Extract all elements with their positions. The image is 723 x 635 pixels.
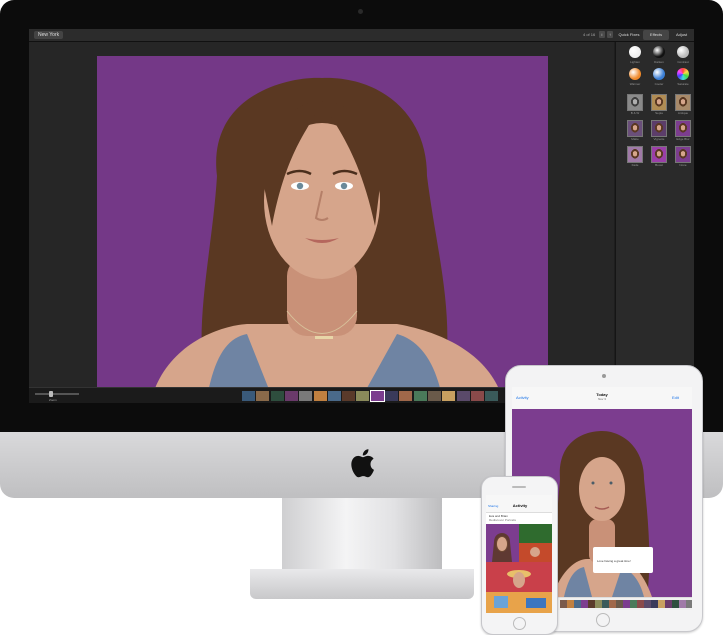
filmstrip-thumbnail[interactable] bbox=[242, 391, 255, 401]
tab-effects[interactable]: Effects bbox=[643, 30, 669, 40]
effect-warmer-button[interactable] bbox=[629, 68, 641, 80]
zoom-label: Zoom bbox=[49, 398, 57, 402]
iphone-nav-bar: Sharing Activity bbox=[486, 495, 552, 513]
effects-panel: Lighten Darken Contrast Warmer Cooler Saturat… bbox=[615, 42, 694, 387]
effect-contrast-button[interactable] bbox=[677, 46, 689, 58]
ipad-edit-button[interactable]: Edit bbox=[672, 395, 679, 400]
ipad-filmstrip-thumbnail[interactable] bbox=[686, 600, 692, 608]
effect-bw-label: B & W bbox=[630, 111, 640, 115]
tab-adjust[interactable]: Adjust bbox=[669, 30, 694, 40]
iphone-screen: Sharing Activity Eva and Brian Rediscove… bbox=[486, 495, 552, 613]
effect-none-thumbnail[interactable] bbox=[675, 146, 691, 163]
effect-boost-thumbnail[interactable] bbox=[651, 146, 667, 163]
portrait-photo bbox=[97, 56, 548, 397]
share-button[interactable]: ↑ bbox=[607, 31, 613, 38]
app-toolbar: New York 4 of 16 i ↑ Quick Fixes Effects… bbox=[29, 29, 694, 42]
iphone-back-button[interactable]: Sharing bbox=[488, 504, 498, 508]
tab-quick-fixes[interactable]: Quick Fixes bbox=[615, 30, 643, 40]
filmstrip-thumbnail[interactable] bbox=[256, 391, 270, 401]
filmstrip-thumbnail[interactable] bbox=[369, 390, 385, 402]
effect-bw-thumbnail[interactable] bbox=[627, 94, 643, 111]
effect-matte-thumbnail[interactable] bbox=[627, 120, 643, 137]
ipad-home-button[interactable] bbox=[596, 613, 610, 627]
ipad-camera bbox=[602, 374, 606, 378]
effect-darken-button[interactable] bbox=[653, 46, 665, 58]
apple-logo-icon bbox=[351, 449, 374, 478]
imac-stand-foot bbox=[250, 569, 474, 599]
filmstrip-thumbnail[interactable] bbox=[413, 391, 427, 401]
filmstrip-thumbnail[interactable] bbox=[284, 391, 298, 401]
effect-sepia-thumbnail[interactable] bbox=[651, 94, 667, 111]
iphone-activity-subtitle: Rediscover Portraits bbox=[489, 518, 517, 522]
iphone-title: Activity bbox=[512, 503, 528, 508]
zoom-slider-knob[interactable] bbox=[49, 391, 53, 397]
effect-edge-blur-thumbnail[interactable] bbox=[675, 120, 691, 137]
effect-vignette-label: Vignette bbox=[653, 137, 665, 141]
effect-warmer-label: Warmer bbox=[629, 82, 641, 86]
filmstrip-thumbnail[interactable] bbox=[270, 391, 284, 401]
effect-antique-thumbnail[interactable] bbox=[675, 94, 691, 111]
filmstrip-thumbnail[interactable] bbox=[427, 391, 441, 401]
effect-vignette-thumbnail[interactable] bbox=[651, 120, 667, 137]
ipad-comment-text: Love having a great time! bbox=[597, 559, 631, 563]
effect-fade-label: Fade bbox=[631, 163, 639, 167]
imac-stand-neck bbox=[282, 498, 442, 572]
filmstrip-thumbnail[interactable] bbox=[485, 391, 499, 401]
filmstrip-thumbnail[interactable] bbox=[470, 391, 484, 401]
imac-screen: New York 4 of 16 i ↑ Quick Fixes Effects… bbox=[29, 29, 694, 403]
photo-count: 4 of 16 bbox=[583, 32, 596, 37]
effect-lighten-label: Lighten bbox=[630, 60, 640, 64]
filmstrip-thumbnail[interactable] bbox=[442, 391, 456, 401]
effect-boost-label: Boost bbox=[655, 163, 663, 167]
effect-none-label: None bbox=[679, 163, 687, 167]
effect-matte-label: Matte bbox=[631, 137, 639, 141]
iphone-speaker bbox=[512, 486, 526, 488]
filmstrip-thumbnail[interactable] bbox=[399, 391, 413, 401]
iphone-photo-grid[interactable] bbox=[486, 524, 552, 613]
filmstrip-thumbnail[interactable] bbox=[456, 391, 470, 401]
ipad-nav-bar: Activity Today Nov 3 Edit bbox=[512, 387, 692, 410]
filmstrip-thumbnail[interactable] bbox=[356, 391, 370, 401]
filmstrip-thumbnail[interactable] bbox=[313, 391, 327, 401]
effect-sepia-label: Sepia bbox=[655, 111, 663, 115]
effect-lighten-button[interactable] bbox=[629, 46, 641, 58]
effect-edge-blur-label: Edge Blur bbox=[676, 137, 690, 141]
effect-fade-thumbnail[interactable] bbox=[627, 146, 643, 163]
zoom-slider[interactable] bbox=[35, 393, 79, 395]
effect-contrast-label: Contrast bbox=[677, 60, 689, 64]
effect-darken-label: Darken bbox=[654, 60, 664, 64]
filmstrip-thumbnail[interactable] bbox=[342, 391, 356, 401]
photo-viewer bbox=[29, 42, 614, 397]
filmstrip-thumbnail[interactable] bbox=[327, 391, 341, 401]
effect-antique-label: Antique bbox=[677, 111, 689, 115]
ipad-back-button[interactable]: Activity bbox=[516, 395, 529, 400]
album-title-button[interactable]: New York bbox=[34, 31, 64, 39]
ipad-date: Nov 3 bbox=[598, 397, 606, 401]
effect-saturate-label: Saturate bbox=[677, 82, 689, 86]
filmstrip-thumbnail[interactable] bbox=[385, 391, 398, 401]
iphone-home-button[interactable] bbox=[513, 617, 526, 630]
effect-cooler-label: Cooler bbox=[654, 82, 664, 86]
effect-saturate-button[interactable] bbox=[677, 68, 689, 80]
filmstrip bbox=[242, 388, 502, 403]
imac-camera bbox=[358, 9, 363, 14]
filmstrip-thumbnail[interactable] bbox=[299, 391, 313, 401]
effect-cooler-button[interactable] bbox=[653, 68, 665, 80]
info-button[interactable]: i bbox=[599, 31, 605, 38]
